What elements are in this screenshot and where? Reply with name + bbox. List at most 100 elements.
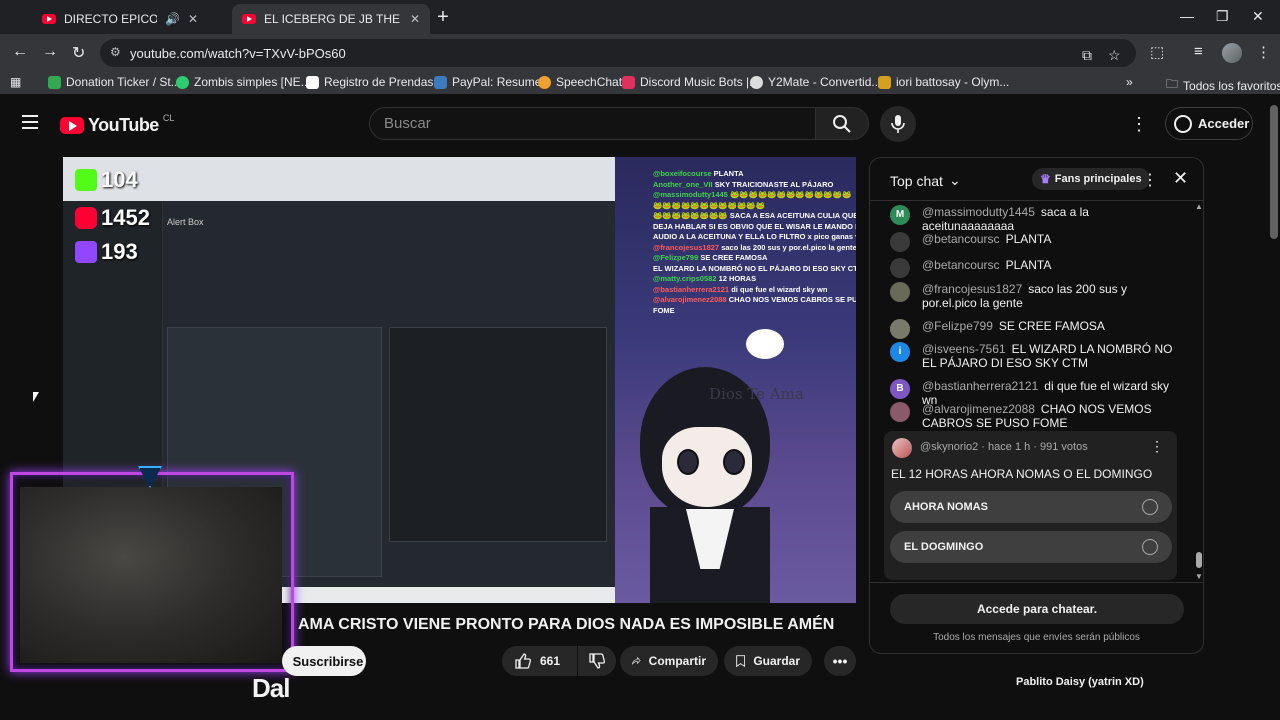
share-button[interactable]: Compartir (620, 646, 718, 676)
voice-search-button[interactable] (880, 106, 916, 142)
maximize-icon[interactable]: ❐ (1216, 8, 1229, 25)
youtube-play-icon (60, 117, 84, 134)
reload-icon[interactable]: ↻ (72, 43, 85, 63)
chat-author: @alvarojimenez2088 (922, 402, 1035, 416)
stream-chat-line: 🐸🐸🐸🐸🐸🐸🐸🐸🐸🐸🐸🐸 (653, 201, 856, 212)
youtube-header: YouTube CL Buscar ⋮ Acceder (0, 101, 1268, 147)
poll-author: @skynorio2 (920, 441, 979, 453)
thumbs-up-icon (515, 653, 532, 669)
profile-avatar[interactable] (1222, 43, 1242, 63)
close-tab-icon[interactable]: ✕ (410, 12, 420, 26)
stream-chat-text: 🐸🐸🐸🐸🐸🐸🐸🐸🐸🐸🐸🐸🐸 (729, 190, 852, 199)
chat-author: @isveens-7561 (922, 342, 1006, 356)
page-scrollbar[interactable] (1268, 101, 1280, 681)
close-window-icon[interactable]: ✕ (1252, 8, 1264, 25)
poll-meta: @skynorio2 · hace 1 h · 991 votos (920, 441, 1088, 453)
back-icon[interactable]: ← (12, 43, 28, 61)
stream-chat-name: Another_one_VII (653, 179, 713, 189)
site-info-icon[interactable]: ⚙ (110, 45, 121, 59)
bookmark-favicon-icon (48, 75, 61, 89)
bookmark-star-icon[interactable]: ☆ (1108, 47, 1121, 64)
chat-header: Top chat ⌄ ♛ Fans principales ⋮ ✕ (870, 158, 1203, 201)
subscribe-button[interactable]: Suscribirse (282, 646, 366, 676)
extensions-icon[interactable]: ⬚ (1150, 43, 1164, 61)
next-video-title[interactable]: Pablito Daisy (yatrin XD) (1016, 676, 1144, 688)
search-icon (833, 114, 851, 133)
youtube-favicon-icon (242, 14, 256, 24)
browser-menu-icon[interactable]: ⋮ (1256, 43, 1271, 61)
youtube-count: 1452 (101, 205, 150, 230)
scroll-down-icon[interactable]: ▼ (1195, 572, 1203, 581)
stream-chat-text: SE CREE FAMOSA (700, 253, 768, 262)
user-avatar: M (890, 205, 910, 225)
youtube-logo-icon (75, 207, 97, 229)
top-chat-dropdown[interactable]: Top chat ⌄ (890, 172, 961, 189)
bookmark-item[interactable]: Discord Music Bots |... (622, 75, 759, 89)
chat-message: @betancoursc PLANTA (890, 232, 1180, 252)
new-tab-button[interactable]: + (432, 6, 454, 28)
save-button[interactable]: Guardar (724, 646, 812, 676)
all-bookmarks-folder[interactable]: 🗀 Todos los favoritos (1166, 75, 1280, 96)
more-horizontal-icon: ••• (832, 653, 848, 669)
bookmark-item[interactable]: Y2Mate - Convertid... (750, 75, 881, 89)
settings-more-icon[interactable]: ⋮ (1130, 114, 1148, 135)
bookmark-label: Discord Music Bots |... (640, 75, 760, 89)
minimize-icon[interactable]: — (1180, 8, 1194, 24)
reading-list-icon[interactable]: ≡ (1194, 43, 1203, 60)
poll-options-icon[interactable]: ⋮ (1150, 438, 1164, 455)
search-input[interactable]: Buscar (369, 107, 815, 140)
poll-option[interactable]: AHORA NOMAS (890, 491, 1172, 523)
like-button[interactable]: 661 (502, 646, 577, 676)
logo-text: YouTube (88, 115, 159, 135)
mouse-cursor-icon (33, 392, 39, 402)
page-scroll-thumb[interactable] (1270, 105, 1278, 239)
search-button[interactable] (815, 107, 869, 140)
poll-option[interactable]: EL DOGMINGO (890, 531, 1172, 563)
chat-author: @betancoursc (922, 258, 1000, 272)
more-actions-button[interactable]: ••• (824, 646, 856, 676)
tab-title: EL ICEBERG DE JB THE VOICE. - (264, 12, 402, 26)
more-bookmarks-icon[interactable]: » (1126, 75, 1133, 89)
bookmark-item[interactable]: Donation Ticker / St... (48, 75, 181, 89)
captured-browser-bar (63, 157, 615, 201)
menu-icon[interactable] (22, 115, 38, 129)
chat-scrollbar[interactable]: ▲ ▼ (1195, 202, 1203, 582)
apps-grid-icon[interactable]: ▦ (10, 75, 21, 89)
thumbs-down-icon (589, 653, 606, 669)
fans-button[interactable]: ♛ Fans principales (1032, 168, 1150, 190)
bookmark-item[interactable]: Registro de Prendas... (306, 75, 443, 89)
close-chat-icon[interactable]: ✕ (1173, 168, 1188, 189)
kick-logo-icon (75, 169, 97, 191)
tab-title: DIRECTO EPICO PASEN DIO (64, 12, 157, 26)
scroll-up-icon[interactable]: ▲ (1195, 202, 1203, 211)
dislike-button[interactable] (578, 646, 616, 676)
close-tab-icon[interactable]: ✕ (188, 12, 198, 26)
bookmark-favicon-icon (176, 75, 189, 89)
bookmark-item[interactable]: SpeechChat (538, 75, 622, 89)
chat-options-icon[interactable]: ⋮ (1142, 170, 1158, 190)
forward-icon[interactable]: → (42, 43, 58, 61)
speaker-icon[interactable]: 🔊 (165, 12, 180, 26)
user-avatar (890, 282, 910, 302)
tab-directo[interactable]: DIRECTO EPICO PASEN DIO 🔊 ✕ (32, 4, 208, 34)
bookmark-favicon-icon (622, 75, 635, 89)
sign-in-to-chat-button[interactable]: Accede para chatear. (890, 594, 1184, 624)
stream-chat-line: @boxeifocourse PLANTA (653, 169, 856, 180)
chat-scroll-thumb[interactable] (1196, 552, 1202, 568)
sign-in-label: Acceder (1198, 116, 1250, 131)
bookmark-item[interactable]: Zombis simples [NE... (176, 75, 311, 89)
country-code: CL (162, 112, 175, 123)
bookmark-item[interactable]: PayPal: Resumen (434, 75, 548, 89)
stream-chat-line: @matty.crips0582 12 HORAS (653, 274, 856, 285)
poll-time: hace 1 h (988, 441, 1031, 453)
bunny-accessory (746, 329, 784, 359)
live-chat-panel: Top chat ⌄ ♛ Fans principales ⋮ ✕ M @massim… (869, 157, 1204, 654)
poll-card: @skynorio2 · hace 1 h · 991 votos ⋮ EL 1… (884, 431, 1177, 580)
bookmark-item[interactable]: iori battosay - Olym... (878, 75, 1009, 89)
install-app-icon[interactable]: ⧉ (1082, 47, 1092, 64)
url-field[interactable]: ⚙ youtube.com/watch?v=TXvV-bPOs60 ⧉ ☆ (100, 39, 1136, 67)
youtube-logo[interactable]: YouTube CL (60, 112, 175, 136)
sign-in-button[interactable]: Acceder (1165, 107, 1253, 140)
user-avatar (890, 319, 910, 339)
tab-iceberg[interactable]: EL ICEBERG DE JB THE VOICE. - ✕ (232, 4, 430, 34)
